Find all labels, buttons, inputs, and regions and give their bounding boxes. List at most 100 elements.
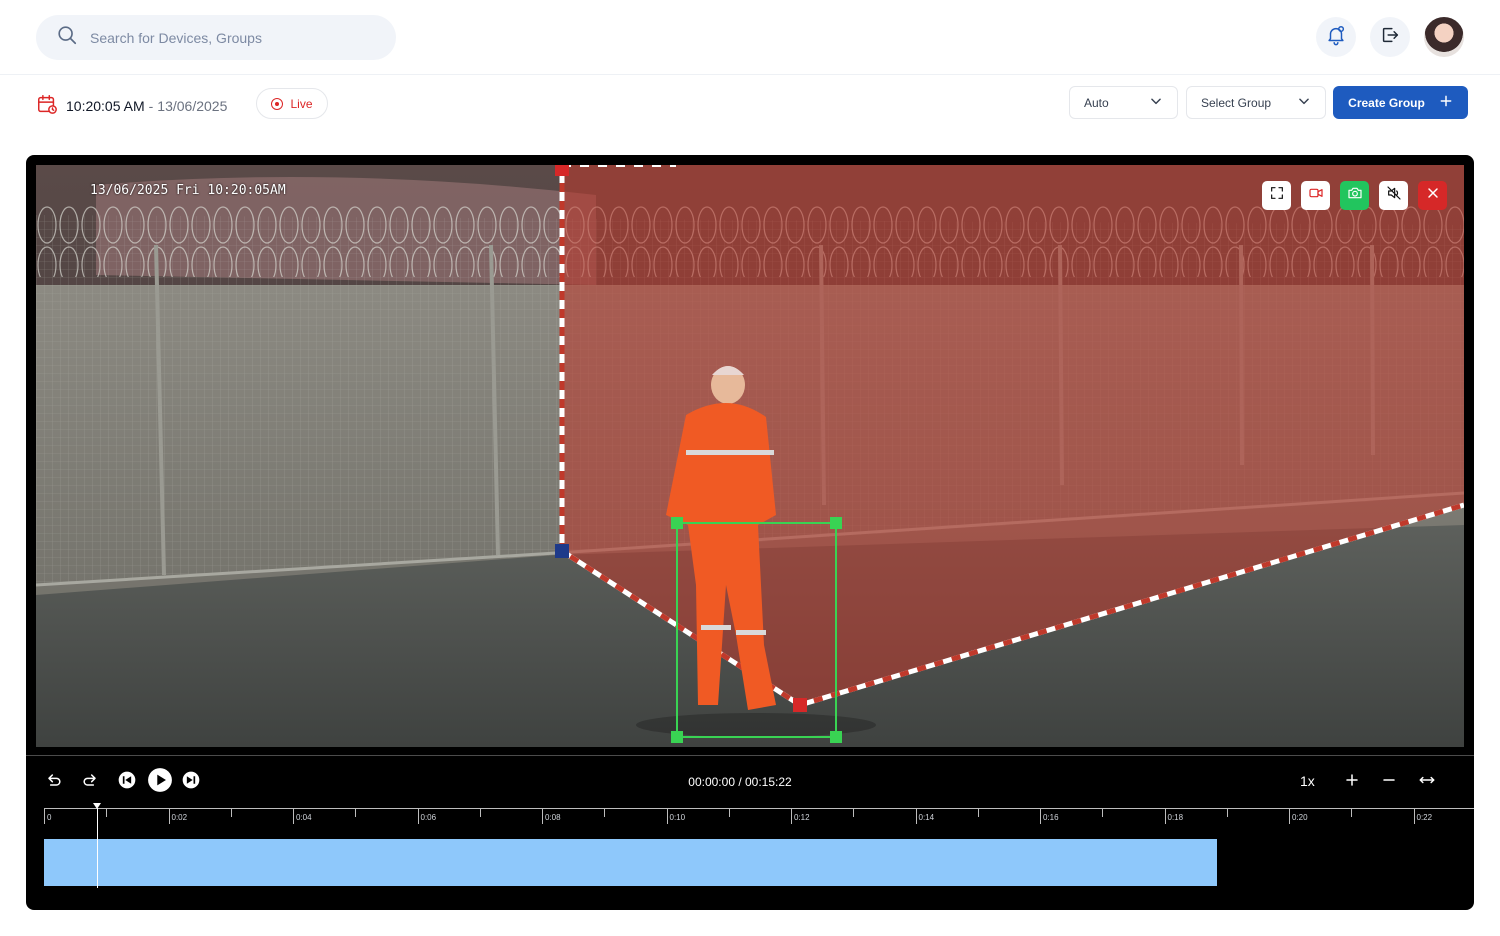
plus-icon	[1342, 770, 1362, 795]
timeline-tick-label: 0:20	[1292, 813, 1308, 822]
timeline-minor-tick	[355, 808, 357, 817]
calendar-icon	[36, 93, 66, 118]
skip-back-button[interactable]	[115, 770, 139, 794]
playback-controls: 00:00:00 / 00:15:22 1x	[26, 756, 1474, 808]
zoom-out-button[interactable]	[1377, 770, 1401, 794]
timeline-tick	[1289, 808, 1290, 824]
group-select-value: Select Group	[1201, 95, 1272, 110]
bell-icon	[1325, 24, 1347, 51]
timeline-tick	[1040, 808, 1041, 824]
recording-segment[interactable]	[44, 839, 1217, 886]
playhead[interactable]	[92, 803, 101, 888]
live-label: Live	[290, 96, 313, 111]
notifications-button[interactable]	[1316, 17, 1356, 57]
snapshot-button[interactable]	[1340, 181, 1369, 210]
fit-timeline-button[interactable]	[1415, 770, 1439, 794]
timeline-tick	[168, 808, 170, 824]
timeline-minor-tick	[977, 808, 979, 817]
mode-select-value: Auto	[1084, 95, 1109, 110]
playback-timecode: 00:00:00 / 00:15:22	[688, 775, 792, 789]
skip-back-icon	[117, 770, 137, 795]
playback-speed-button[interactable]: 1x	[1300, 773, 1315, 789]
timeline-tick-label: 0	[47, 813, 52, 822]
camera-feed[interactable]: 13/06/2025 Fri 10:20:05AM	[36, 165, 1464, 747]
minus-icon	[1379, 770, 1399, 795]
timeline-minor-tick	[728, 808, 730, 817]
close-button[interactable]	[1418, 181, 1447, 210]
timeline-tick	[1164, 808, 1166, 824]
timeline-tick	[293, 808, 294, 824]
mode-select[interactable]: Auto	[1069, 86, 1178, 119]
chevron-down-icon	[1149, 94, 1163, 111]
create-group-label: Create Group	[1348, 95, 1425, 110]
timeline-tick-label: 0:12	[794, 813, 810, 822]
logout-icon	[1379, 24, 1401, 51]
timeline-tick-label: 0:02	[171, 813, 188, 822]
camera-scene	[36, 165, 1464, 747]
current-date: 13/06/2025	[157, 97, 228, 114]
skip-forward-button[interactable]	[179, 770, 203, 794]
timeline-tick-label: 0:18	[1167, 813, 1184, 822]
logout-button[interactable]	[1370, 17, 1410, 57]
timeline-minor-tick	[604, 808, 606, 817]
video-toolbar	[1262, 181, 1447, 210]
timeline-tick	[915, 808, 917, 824]
timeline-tick	[44, 808, 45, 824]
video-camera-icon	[1308, 185, 1324, 206]
timeline-minor-tick	[1351, 808, 1353, 817]
redo-button[interactable]	[78, 770, 102, 794]
zoom-in-button[interactable]	[1340, 770, 1364, 794]
camera-osd-timestamp: 13/06/2025 Fri 10:20:05AM	[90, 183, 286, 198]
play-icon	[147, 767, 173, 798]
datetime-separator: -	[148, 97, 154, 114]
redo-icon	[80, 770, 100, 795]
search-bar[interactable]	[36, 15, 396, 60]
timeline-minor-tick	[1226, 808, 1228, 817]
mute-button[interactable]	[1379, 181, 1408, 210]
fullscreen-button[interactable]	[1262, 181, 1291, 210]
timeline-tick	[791, 808, 792, 824]
undo-button[interactable]	[42, 770, 66, 794]
timeline-tick	[542, 808, 543, 824]
play-button[interactable]	[146, 767, 174, 798]
timeline-minor-tick	[479, 808, 481, 817]
timeline-minor-tick	[230, 808, 232, 817]
timeline-tick	[666, 808, 668, 824]
search-icon	[56, 24, 78, 51]
timeline-minor-tick	[1102, 808, 1104, 817]
record-icon	[271, 97, 284, 110]
timeline-axis	[44, 808, 1474, 809]
live-button[interactable]: Live	[256, 88, 328, 119]
datetime-display: 10:20:05 AM - 13/06/2025	[36, 93, 227, 118]
timeline-tick-label: 0:06	[420, 813, 437, 822]
timeline-tick-label: 0:16	[1043, 813, 1059, 822]
record-button[interactable]	[1301, 181, 1330, 210]
timeline-minor-tick	[106, 808, 108, 817]
search-input[interactable]	[90, 29, 370, 46]
timeline-tick-label: 0:08	[545, 813, 561, 822]
timeline[interactable]: 0 0:02 0:04 0:06 0:08 0:10 0:12 0:14 0:16 0:18 0:2…	[26, 803, 1474, 910]
group-select[interactable]: Select Group	[1186, 86, 1326, 119]
timeline-tick-label: 0:14	[918, 813, 935, 822]
timeline-minor-tick	[853, 808, 855, 817]
skip-forward-icon	[181, 770, 201, 795]
timeline-tick-label: 0:04	[296, 813, 312, 822]
arrows-horizontal-icon	[1417, 770, 1437, 795]
top-bar	[0, 0, 1500, 75]
create-group-button[interactable]: Create Group	[1333, 86, 1468, 119]
avatar[interactable]	[1424, 17, 1464, 57]
mute-icon	[1386, 185, 1402, 206]
fullscreen-icon	[1269, 185, 1285, 206]
timeline-tick-label: 0:10	[669, 813, 686, 822]
timeline-tick-label: 0:22	[1416, 813, 1433, 822]
timeline-tick	[417, 808, 419, 824]
camera-icon	[1347, 185, 1363, 206]
close-icon	[1425, 185, 1441, 206]
plus-icon	[1439, 94, 1453, 111]
undo-icon	[44, 770, 64, 795]
timeline-tick	[1413, 808, 1415, 824]
video-player: 13/06/2025 Fri 10:20:05AM 00:00:00 / 00:…	[26, 155, 1474, 910]
current-time: 10:20:05 AM	[66, 97, 145, 114]
sub-header: 10:20:05 AM - 13/06/2025 Live Auto Selec…	[0, 76, 1500, 130]
chevron-down-icon	[1297, 94, 1311, 111]
